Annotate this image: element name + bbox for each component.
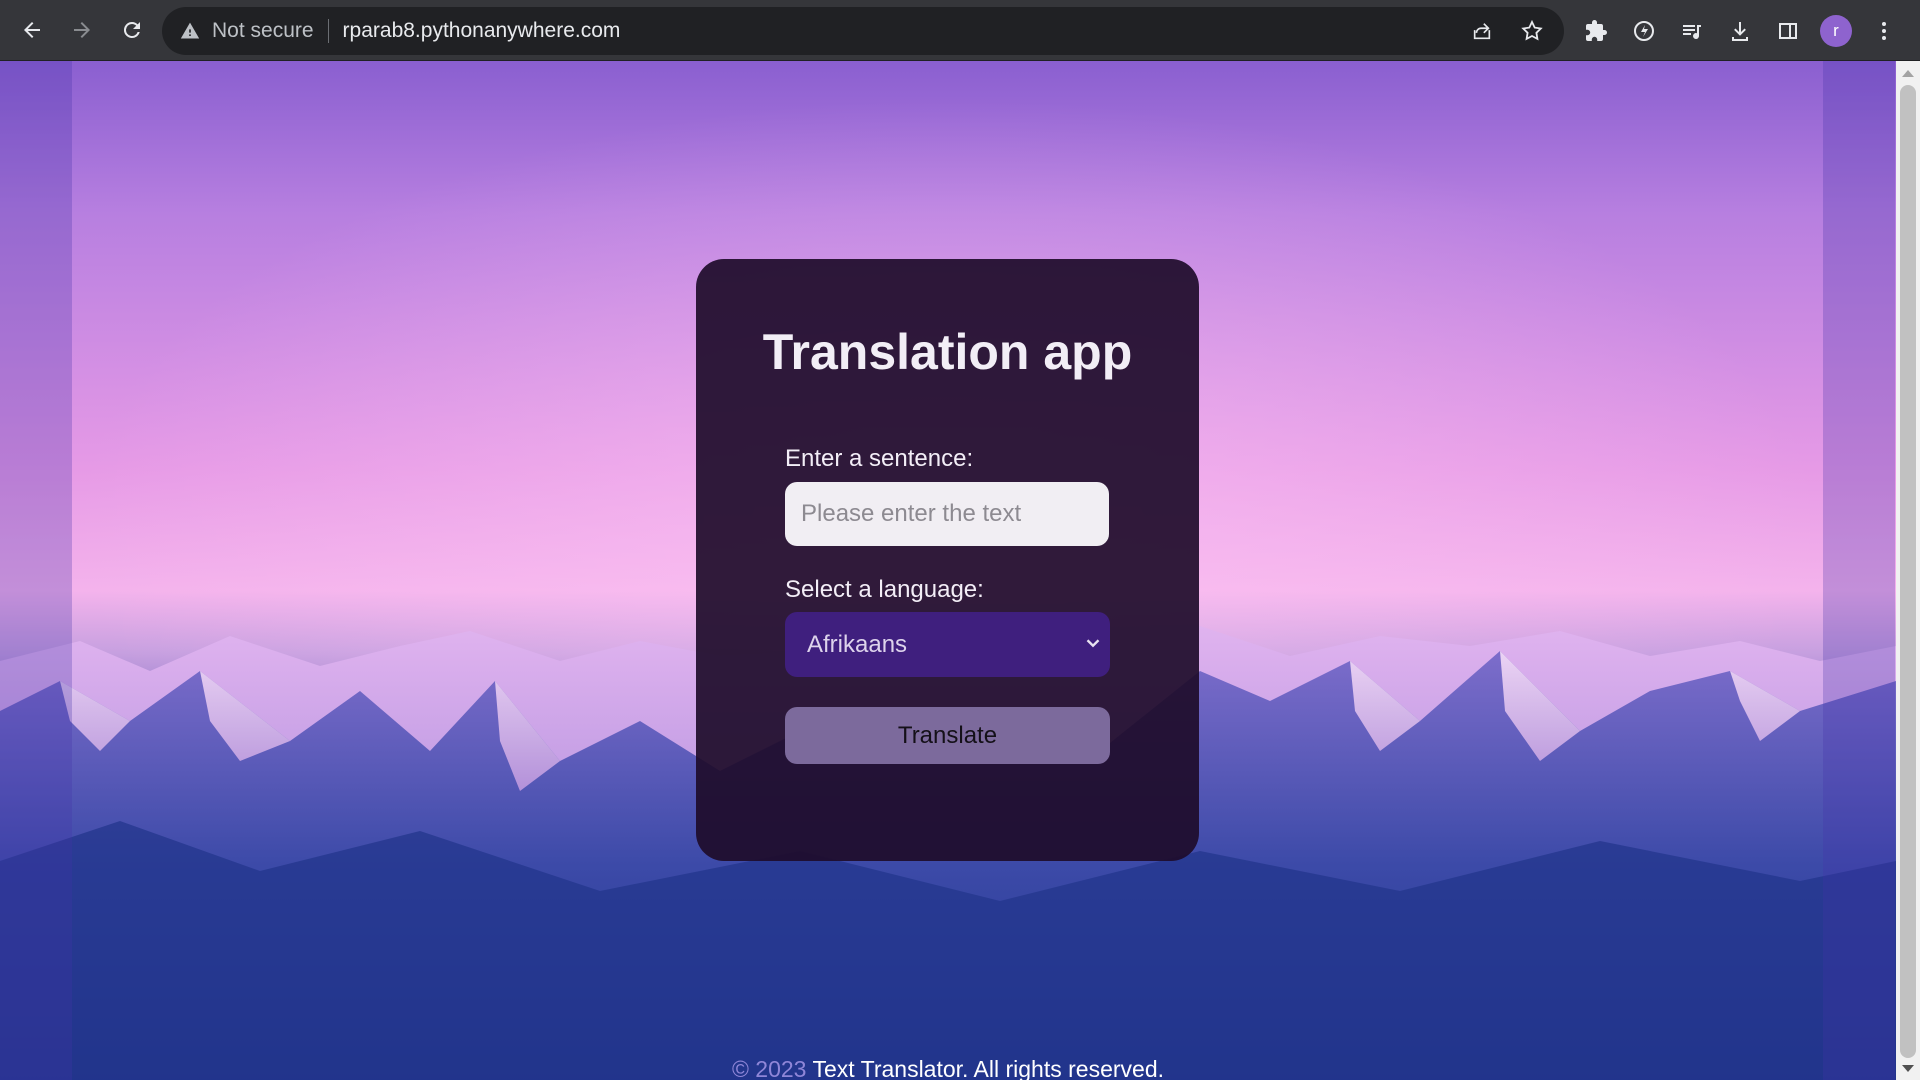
url-text[interactable]: rparab8.pythonanywhere.com <box>343 19 621 43</box>
media-queue-icon[interactable] <box>1670 9 1714 53</box>
back-button[interactable] <box>8 6 56 54</box>
language-select[interactable]: Afrikaans <box>785 612 1110 677</box>
puzzle-icon[interactable] <box>1574 9 1618 53</box>
address-bar[interactable]: Not secure rparab8.pythonanywhere.com <box>162 7 1564 55</box>
avatar: r <box>1820 15 1852 47</box>
profile-button[interactable]: r <box>1814 9 1858 53</box>
reload-icon <box>123 21 140 38</box>
footer-text: Text Translator. All rights reserved. <box>812 1056 1165 1080</box>
footer: © 2023 Text Translator. All rights reser… <box>0 1056 1896 1080</box>
omnibox-actions <box>1460 7 1554 55</box>
toolbar-actions: r <box>1574 7 1906 55</box>
translate-button[interactable]: Translate <box>785 707 1110 764</box>
browser-toolbar: Not secure rparab8.pythonanywhere.com r <box>0 0 1920 61</box>
download-icon[interactable] <box>1718 9 1762 53</box>
arrow-right-icon <box>74 22 90 38</box>
footer-copyright: © 2023 <box>731 1056 807 1080</box>
star-icon[interactable] <box>1510 9 1554 53</box>
translation-card: Translation app Enter a sentence: Select… <box>696 259 1199 861</box>
chevron-down-icon <box>1082 632 1104 661</box>
page-viewport: Translation app Enter a sentence: Select… <box>0 61 1896 1080</box>
divider <box>327 19 329 43</box>
warning-triangle-icon[interactable] <box>180 21 200 41</box>
language-label: Select a language: <box>785 576 984 603</box>
scroll-down-icon[interactable] <box>1902 1065 1914 1072</box>
left-margin <box>0 61 72 1080</box>
forward-button[interactable] <box>58 6 106 54</box>
scroll-up-icon[interactable] <box>1902 70 1914 77</box>
share-icon[interactable] <box>1460 9 1504 53</box>
scroll-thumb[interactable] <box>1900 85 1916 1058</box>
vertical-scrollbar[interactable] <box>1896 61 1920 1080</box>
sentence-input[interactable] <box>785 482 1109 546</box>
sentence-label: Enter a sentence: <box>785 445 974 472</box>
language-selected-value: Afrikaans <box>807 630 908 658</box>
reload-button[interactable] <box>108 6 156 54</box>
arrow-left-icon <box>24 22 40 38</box>
page-title: Translation app <box>762 324 1133 380</box>
side-panel-icon[interactable] <box>1766 9 1810 53</box>
kebab-menu-icon[interactable] <box>1862 9 1906 53</box>
gauge-icon[interactable] <box>1622 9 1666 53</box>
right-margin <box>1823 61 1895 1080</box>
security-status[interactable]: Not secure <box>212 19 314 43</box>
